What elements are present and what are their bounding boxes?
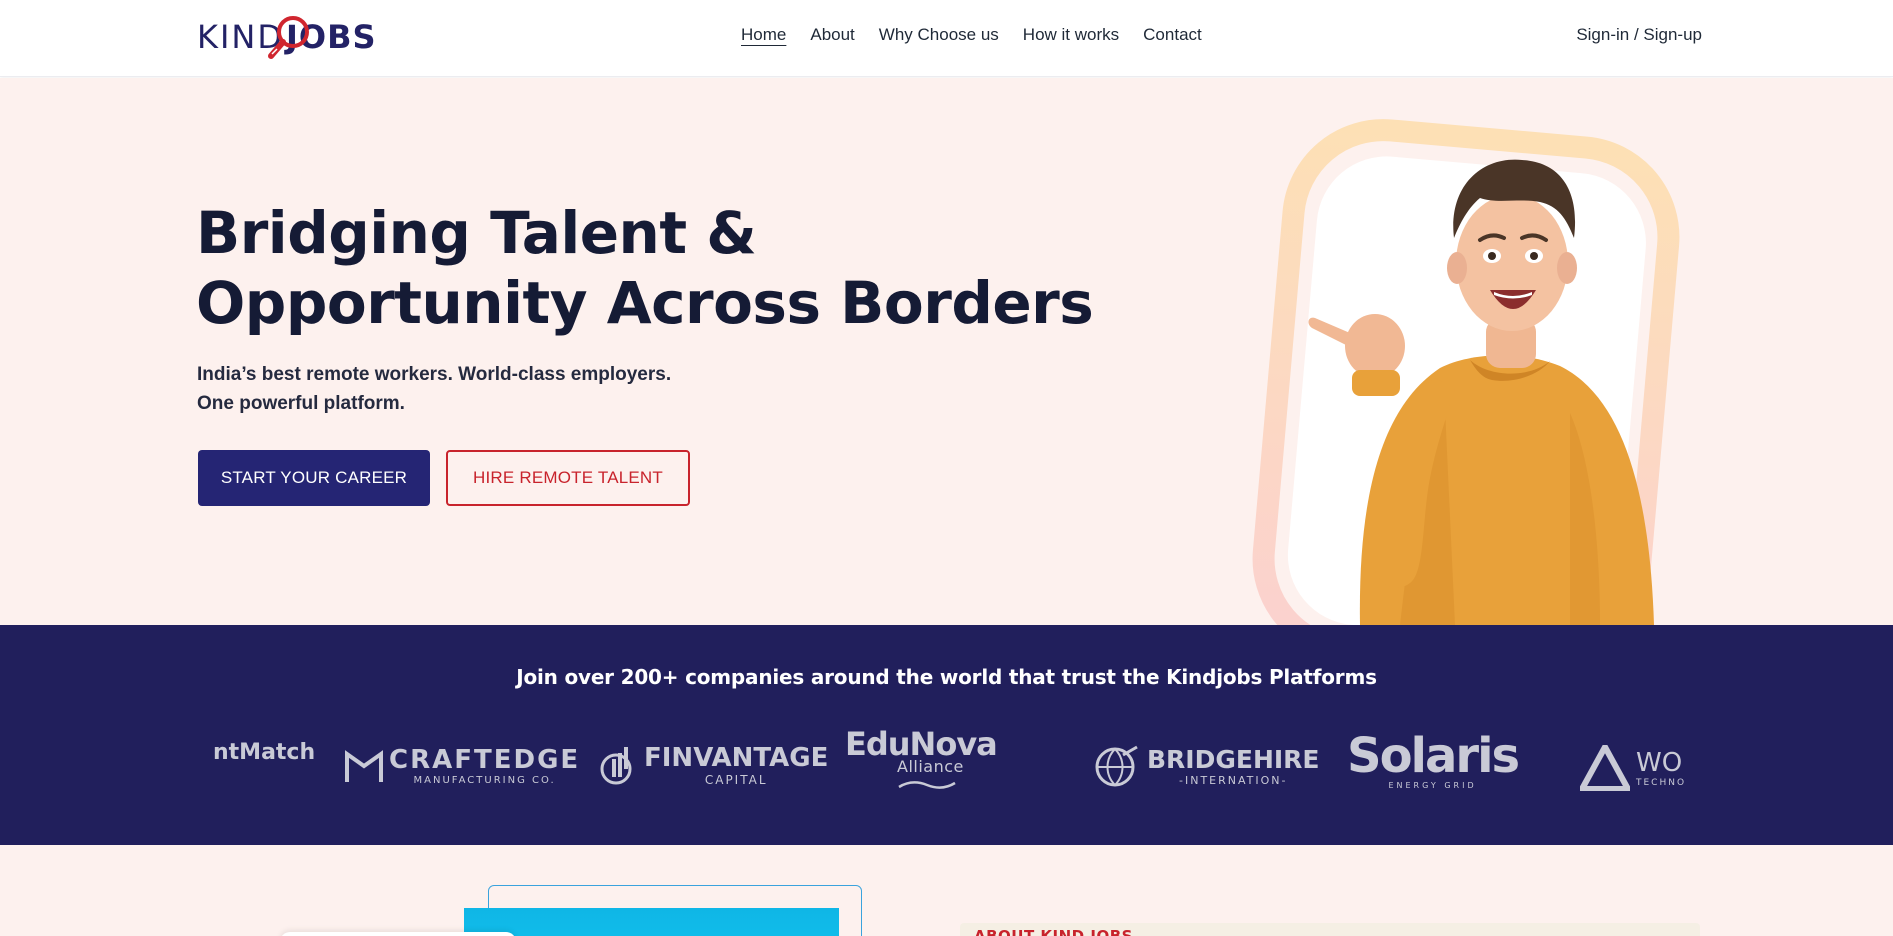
company-logo-edunova: EduNova Alliance [845,725,998,795]
magnifier-icon [268,16,309,59]
start-your-career-button[interactable]: START YOUR CAREER [198,450,430,506]
logo-tagline: TECHNO [1636,778,1686,788]
company-logo-solaris: Solaris ENERGY GRID [1347,728,1520,790]
nav-how-it-works[interactable]: How it works [1023,25,1119,45]
logo-name: BRIDGEHIRE [1147,745,1320,774]
logo-tagline: MANUFACTURING CO. [413,775,556,786]
nav-contact[interactable]: Contact [1143,25,1202,45]
main-nav: Home About Why Choose us How it works Co… [741,25,1202,45]
hire-remote-talent-button[interactable]: HIRE REMOTE TALENT [446,450,690,506]
company-logo-ntmatch: ntMatch [213,740,315,765]
nav-home[interactable]: Home [741,25,786,45]
finvantage-globe-icon [600,747,632,785]
hero-section: Bridging Talent & Opportunity Across Bor… [0,78,1893,625]
craftedge-mark-icon [345,749,383,782]
wo-triangle-icon [1580,745,1630,791]
logo-tagline: -INTERNATION- [1179,774,1288,787]
about-section: ABOUT KIND JOBS [0,845,1893,936]
logo-name: FINVANTAGE [644,743,829,773]
company-logo-finvantage: FINVANTAGE CAPITAL [598,743,828,787]
logo-name: CRAFTEDGE [389,745,581,775]
hero-title: Bridging Talent & Opportunity Across Bor… [196,198,1096,338]
bridgehire-globe-icon [1095,745,1138,787]
hero-subtitle-line-2: One powerful platform. [197,393,405,414]
site-header: KIND JOBS Home About Why Choose us How i… [0,0,1893,77]
company-logo-wo: WO TECHNO [1580,745,1686,791]
nav-about[interactable]: About [810,25,854,45]
about-floating-card [280,932,516,936]
company-logo-bridgehire: BRIDGEHIRE -INTERNATION- [1093,745,1320,787]
nav-why-choose-us[interactable]: Why Choose us [879,25,999,45]
about-image [464,908,839,936]
logo-name: ntMatch [213,740,316,765]
logo-name: WO [1636,748,1683,778]
hero-title-line-1: Bridging Talent & [196,199,757,267]
hero-subtitle-line-1: India’s best remote workers. World-class… [197,364,672,385]
logo-name: Solaris [1347,728,1520,784]
logo-tagline: CAPITAL [704,773,768,787]
smiling-man-pointing-image [1252,119,1680,625]
about-eyebrow-label: ABOUT KIND JOBS [974,927,1133,936]
company-logo-craftedge: CRAFTEDGE MANUFACTURING CO. [345,745,580,786]
edunova-wave-icon [898,781,956,789]
company-logo-carousel: ntMatch CRAFTEDGE MANUFACTURING CO. FINV… [210,725,1686,815]
hero-title-line-2: Opportunity Across Borders [196,269,1094,337]
trust-heading: Join over 200+ companies around the worl… [516,665,1377,689]
trusted-companies-band: Join over 200+ companies around the worl… [0,625,1893,845]
signin-signup-link[interactable]: Sign-in / Sign-up [1576,25,1702,45]
hero-subtitle: India’s best remote workers. World-class… [197,360,671,418]
